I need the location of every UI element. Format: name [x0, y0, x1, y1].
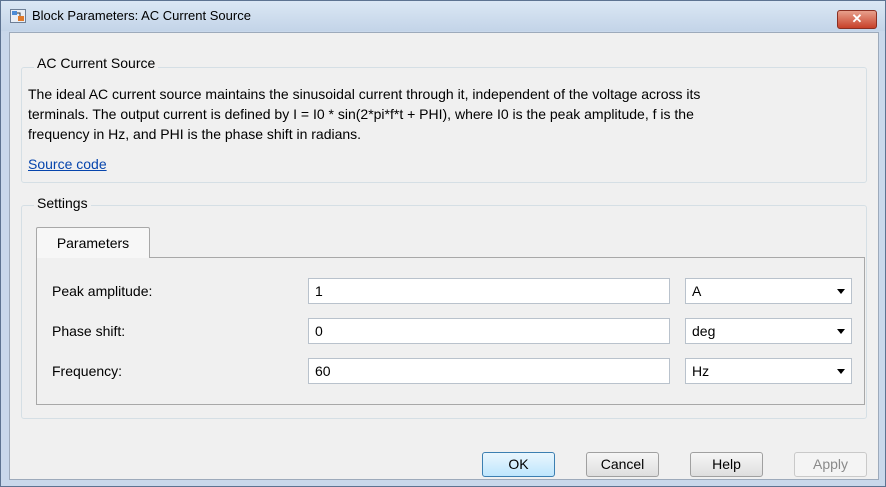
window-title: Block Parameters: AC Current Source	[32, 8, 251, 23]
description-line: The ideal AC current source maintains th…	[28, 86, 701, 102]
frequency-field[interactable]: 60	[308, 358, 670, 384]
chevron-down-icon	[837, 289, 845, 294]
peak-amplitude-unit-select[interactable]: A	[685, 278, 852, 304]
unit-value: deg	[692, 323, 716, 339]
simulink-block-icon	[10, 9, 26, 23]
ok-button[interactable]: OK	[482, 452, 555, 477]
unit-value: A	[692, 283, 702, 299]
peak-amplitude-field[interactable]: 1	[308, 278, 670, 304]
close-button[interactable]: ✕	[837, 10, 877, 29]
phase-shift-field[interactable]: 0	[308, 318, 670, 344]
unit-value: Hz	[692, 363, 710, 379]
settings-group-title: Settings	[34, 195, 91, 211]
peak-amplitude-label: Peak amplitude:	[52, 283, 153, 299]
tab-parameters[interactable]: Parameters	[36, 227, 150, 258]
source-code-link[interactable]: Source code	[28, 156, 107, 172]
chevron-down-icon	[837, 369, 845, 374]
help-button[interactable]: Help	[690, 452, 763, 477]
phase-shift-label: Phase shift:	[52, 323, 126, 339]
description-line: frequency in Hz, and PHI is the phase sh…	[28, 126, 362, 142]
dialog-window: Block Parameters: AC Current Source ✕ AC…	[0, 0, 886, 487]
block-description: The ideal AC current source maintains th…	[28, 84, 868, 144]
title-bar[interactable]: Block Parameters: AC Current Source ✕	[1, 1, 885, 31]
chevron-down-icon	[837, 329, 845, 334]
apply-button[interactable]: Apply	[794, 452, 867, 477]
phase-shift-unit-select[interactable]: deg	[685, 318, 852, 344]
description-line: terminals. The output current is defined…	[28, 106, 694, 122]
close-icon: ✕	[851, 11, 863, 26]
cancel-button[interactable]: Cancel	[586, 452, 659, 477]
block-group-title: AC Current Source	[34, 55, 159, 71]
frequency-unit-select[interactable]: Hz	[685, 358, 852, 384]
frequency-label: Frequency:	[52, 363, 123, 379]
